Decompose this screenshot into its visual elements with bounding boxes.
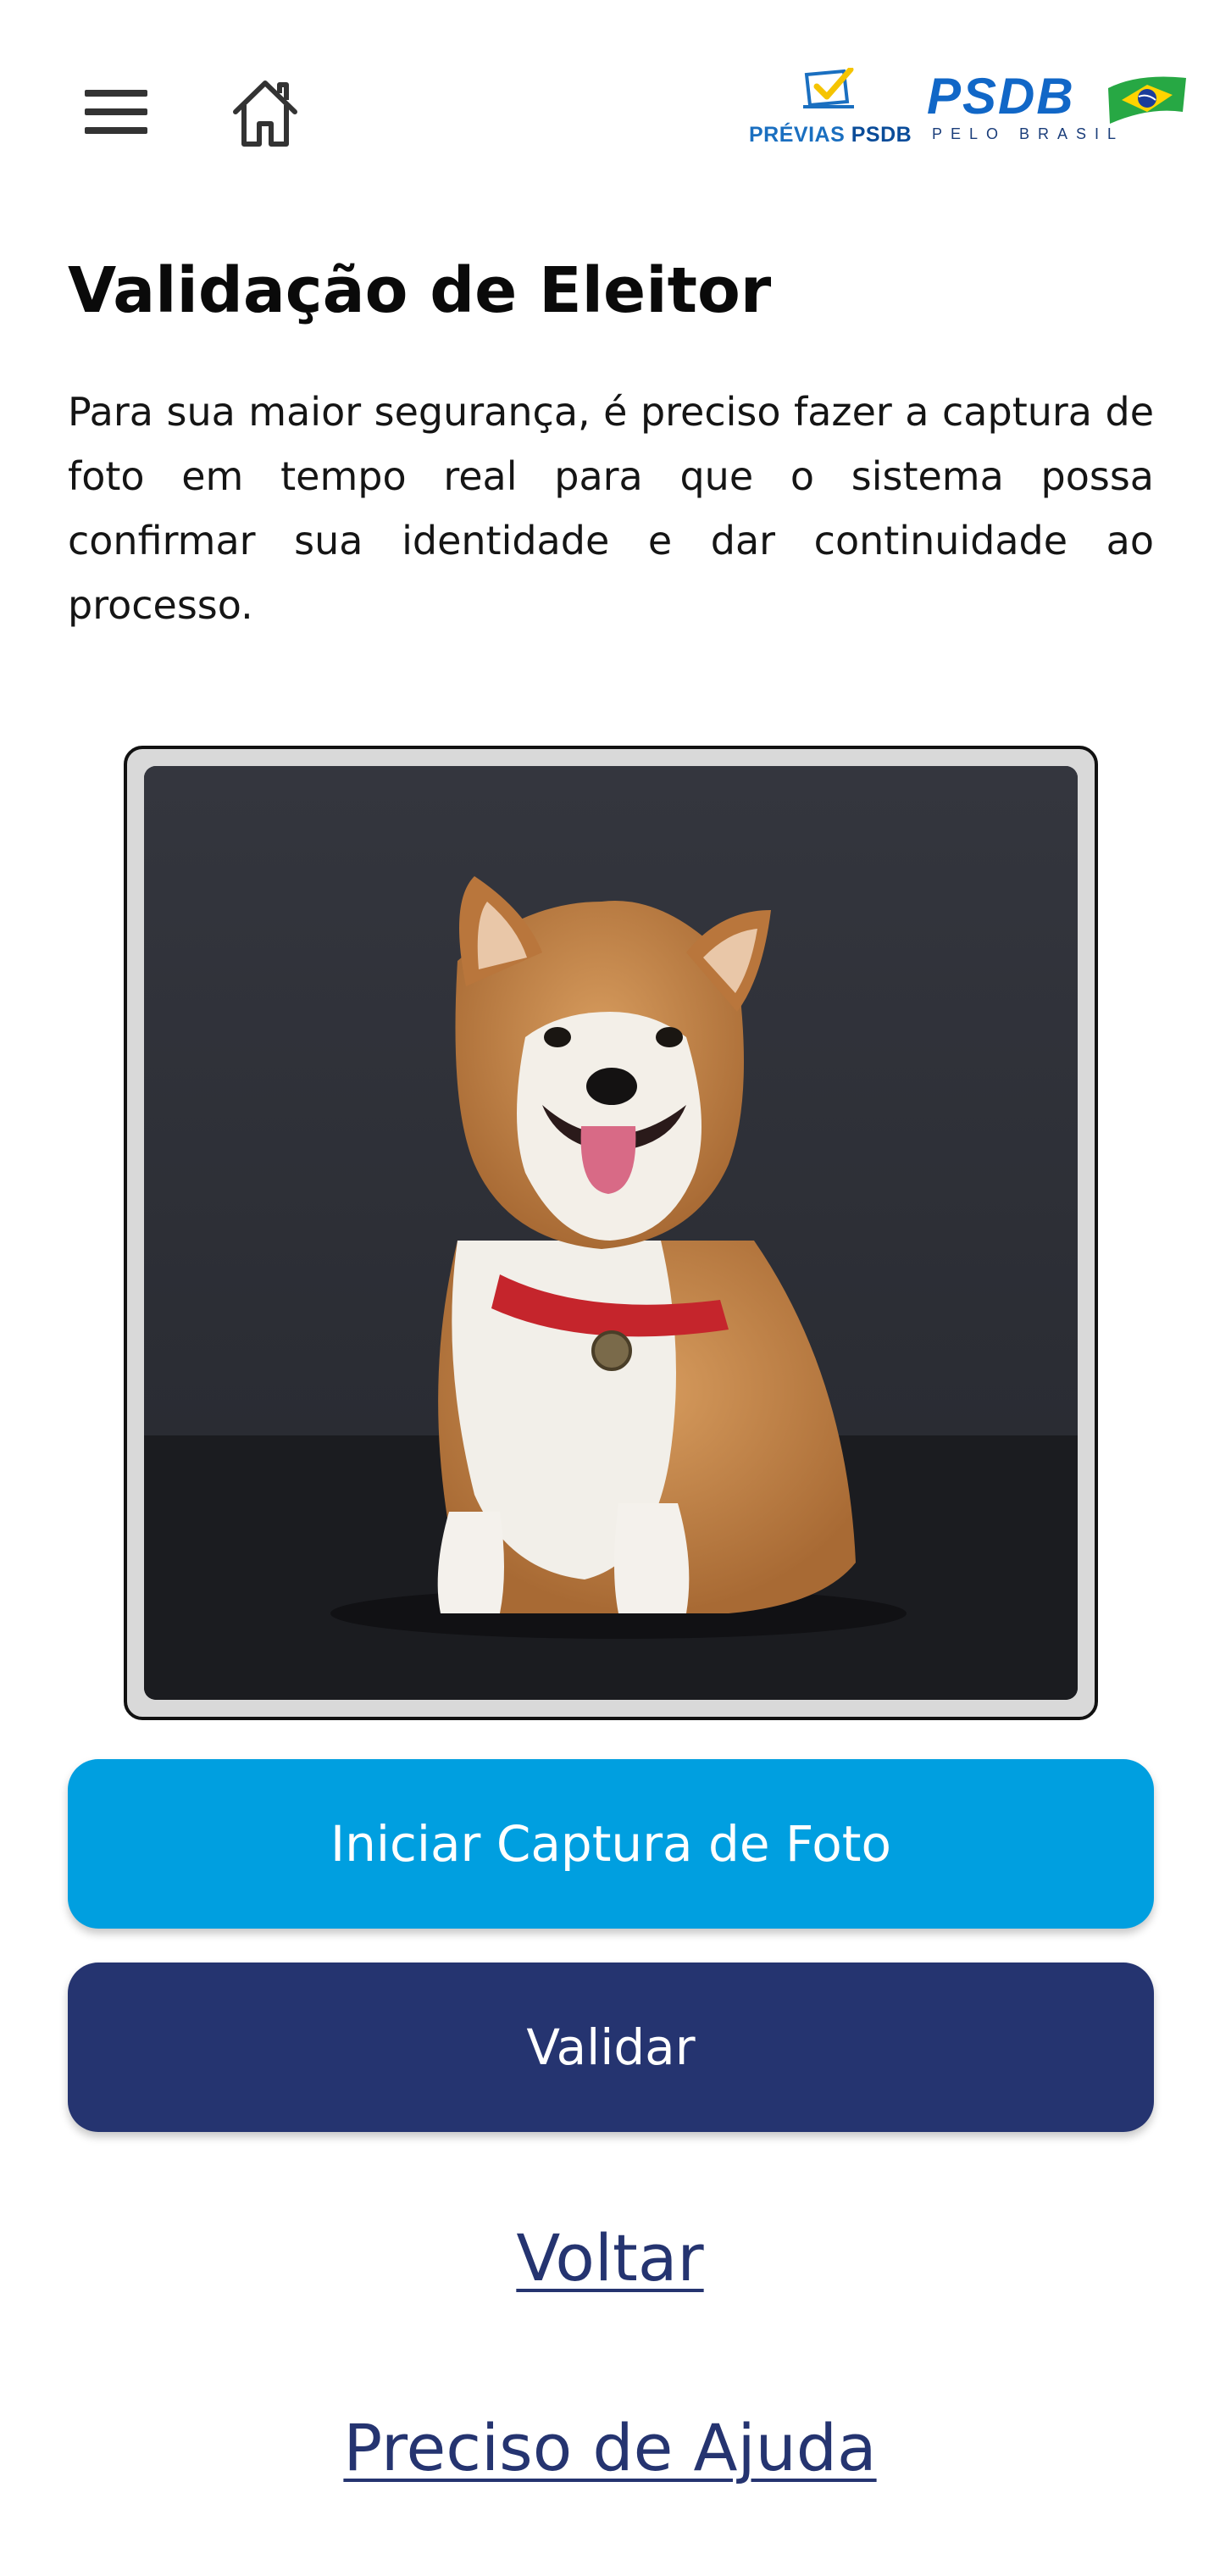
help-link[interactable]: Preciso de Ajuda (0, 2410, 1220, 2485)
previas-logo-text: PRÉVIAS PSDB (749, 123, 912, 147)
brazil-flag-icon (1108, 76, 1186, 124)
menu-line (85, 108, 147, 115)
app-header: PRÉVIAS PSDB PSDB PELO BRASIL (0, 0, 1220, 220)
page-title: Validação de Eleitor (68, 254, 772, 327)
previas-psdb-logo: PRÉVIAS PSDB (749, 68, 912, 153)
corgi-photo (144, 766, 1078, 1700)
psdb-logo-subtitle: PELO BRASIL (932, 125, 1125, 142)
back-link[interactable]: Voltar (0, 2220, 1220, 2296)
psdb-logo-text: PSDB (927, 68, 1075, 125)
start-photo-capture-button[interactable]: Iniciar Captura de Foto (68, 1759, 1154, 1929)
camera-preview-image (144, 766, 1078, 1700)
home-icon[interactable] (227, 75, 303, 151)
previas-psdb-word: PSDB (851, 123, 912, 147)
previas-word: PRÉVIAS (749, 123, 846, 147)
camera-frame (124, 746, 1098, 1720)
psdb-pelo-brasil-logo: PSDB PELO BRASIL (927, 68, 1190, 153)
hamburger-menu-icon[interactable] (78, 81, 154, 142)
intro-paragraph: Para sua maior segurança, é preciso faze… (68, 389, 1154, 628)
validate-button[interactable]: Validar (68, 1963, 1154, 2132)
menu-line (85, 90, 147, 97)
menu-line (85, 127, 147, 134)
brand-logos: PRÉVIAS PSDB PSDB PELO BRASIL (749, 68, 1190, 153)
